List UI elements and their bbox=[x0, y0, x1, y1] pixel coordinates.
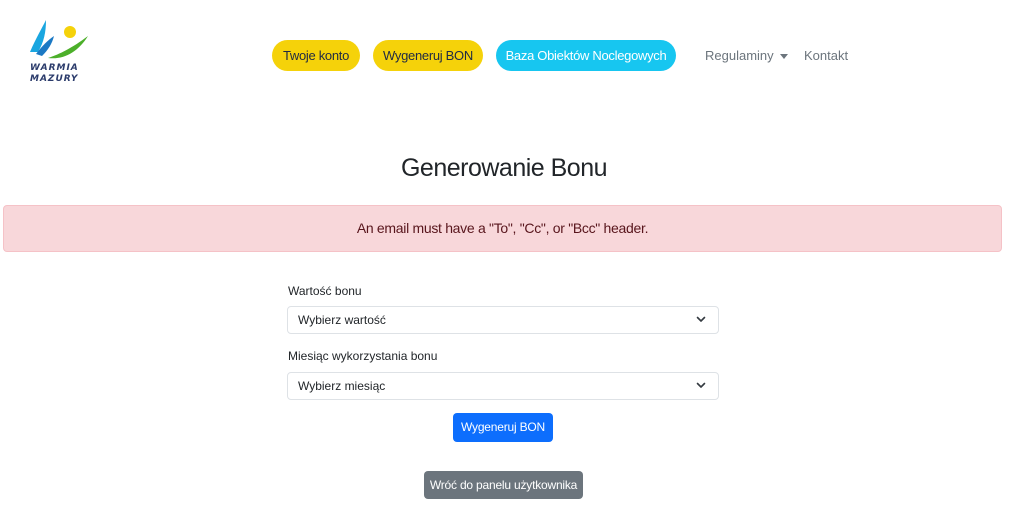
nav-regulations-label: Regulaminy bbox=[705, 48, 774, 63]
usage-month-label: Miesiąc wykorzystania bonu bbox=[288, 349, 438, 363]
page-title: Generowanie Bonu bbox=[400, 154, 608, 182]
back-to-panel-button[interactable]: Wróć do panelu użytkownika bbox=[424, 471, 583, 499]
usage-month-select[interactable]: Wybierz miesiąc bbox=[287, 372, 719, 400]
error-alert: An email must have a "To", "Cc", or "Bcc… bbox=[3, 205, 1002, 252]
nav-your-account-button[interactable]: Twoje konto bbox=[272, 40, 360, 71]
voucher-value-select[interactable]: Wybierz wartość bbox=[287, 306, 719, 334]
nav-accommodation-base-button[interactable]: Baza Obiektów Noclegowych bbox=[496, 40, 676, 71]
usage-month-selected: Wybierz miesiąc bbox=[298, 379, 386, 393]
caret-down-icon bbox=[779, 54, 788, 60]
warmia-mazury-logo[interactable]: WARMIA MAZURY bbox=[26, 18, 98, 90]
voucher-value-label: Wartość bonu bbox=[288, 284, 362, 298]
voucher-value-selected: Wybierz wartość bbox=[298, 313, 386, 327]
nav-contact-link[interactable]: Kontakt bbox=[804, 40, 848, 71]
logo-mark-icon bbox=[30, 20, 88, 59]
logo-text: WARMIA MAZURY bbox=[30, 63, 79, 84]
generate-voucher-button[interactable]: Wygeneruj BON bbox=[453, 413, 553, 442]
nav-generate-voucher-button[interactable]: Wygeneruj BON bbox=[373, 40, 483, 71]
nav-regulations-dropdown[interactable]: Regulaminy bbox=[705, 40, 788, 71]
chevron-down-icon bbox=[696, 382, 706, 388]
chevron-down-icon bbox=[696, 316, 706, 322]
